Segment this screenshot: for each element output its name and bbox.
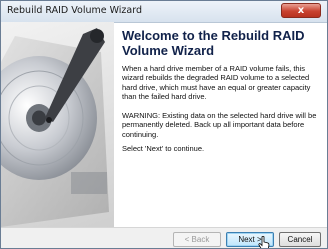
back-button[interactable]: < Back: [173, 232, 221, 247]
title-bar[interactable]: Rebuild RAID Volume Wizard x: [1, 1, 327, 23]
welcome-panel: Welcome to the Rebuild RAID Volume Wizar…: [122, 28, 318, 153]
instruction-text: Select 'Next' to continue.: [122, 144, 205, 153]
hard-drive-icon: [1, 22, 114, 227]
intro-text: When a hard drive member of a RAID volum…: [122, 64, 311, 101]
wizard-window: Rebuild RAID Volume Wizard x Welcome to …: [0, 0, 328, 249]
warning-text: WARNING: Existing data on the selected h…: [122, 111, 317, 139]
page-title: Welcome to the Rebuild RAID Volume Wizar…: [122, 28, 305, 58]
close-button[interactable]: x: [281, 3, 321, 18]
button-bar: < Back Next > Cancel: [1, 227, 327, 248]
mouse-pointer-icon: [258, 236, 270, 248]
cancel-button[interactable]: Cancel: [279, 232, 321, 247]
window-title: Rebuild RAID Volume Wizard: [7, 5, 143, 16]
close-icon: x: [297, 5, 305, 16]
